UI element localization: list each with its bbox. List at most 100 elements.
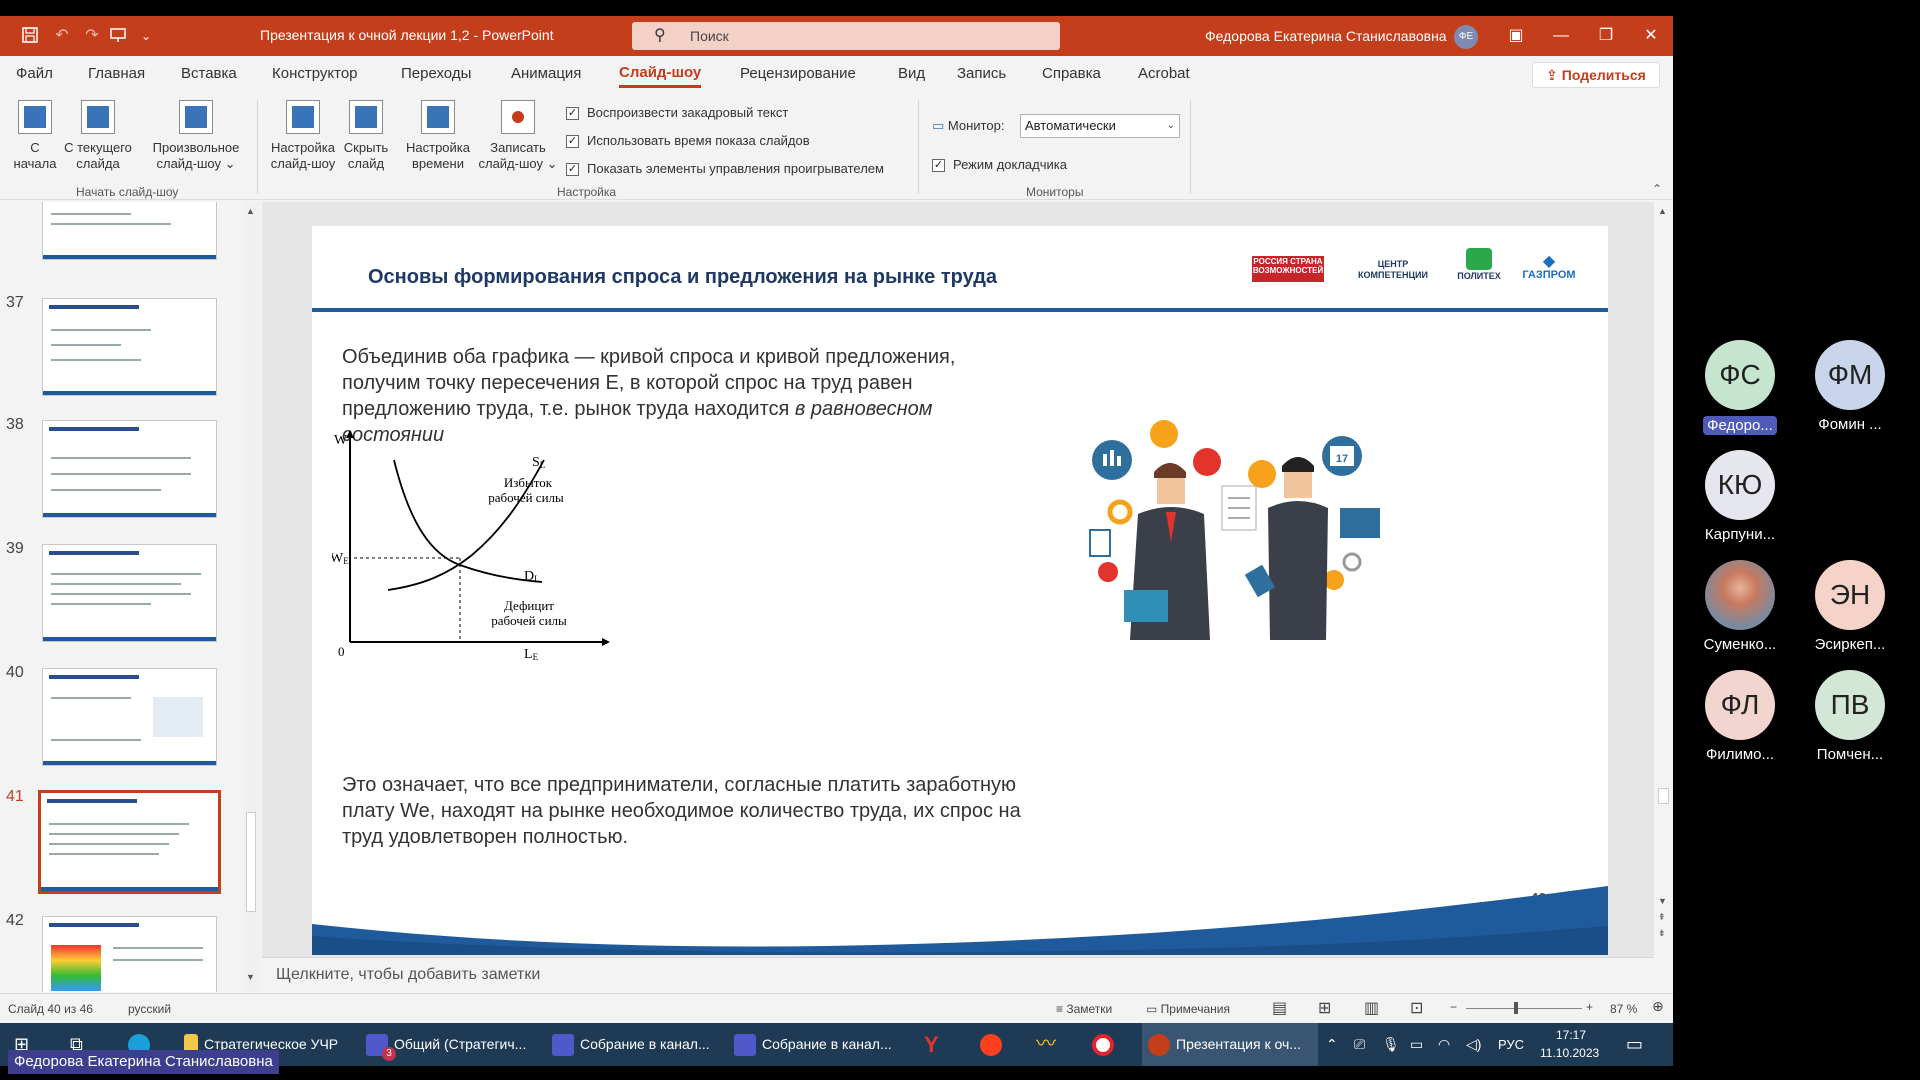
participant-tile[interactable]: ФМ Фомин ... [1795, 340, 1905, 433]
narration-checkbox[interactable]: ✓ Воспроизвести закадровый текст [566, 104, 788, 122]
slide-editor: Основы формирования спроса и предложения… [262, 202, 1654, 957]
slide-thumbnail[interactable] [42, 668, 217, 766]
meet-now-icon[interactable]: ⎚ [1354, 1023, 1365, 1066]
tab-home[interactable]: Главная [88, 56, 145, 92]
presenter-view-label: Режим докладчика [953, 157, 1067, 172]
zoom-level[interactable]: 87 % [1610, 1002, 1637, 1016]
slide-sorter-icon[interactable]: ⊞ [1318, 998, 1331, 1018]
participant-tile[interactable]: ФЛ Филимо... [1685, 670, 1795, 763]
ribbon-separator [918, 100, 919, 194]
user-name[interactable]: Федорова Екатерина Станиславовна [1205, 28, 1447, 44]
redo-icon[interactable]: ↷ [82, 26, 102, 46]
participant-photo [1705, 560, 1775, 630]
restore-button[interactable]: ❐ [1590, 22, 1622, 50]
tab-record[interactable]: Запись [957, 56, 1006, 92]
thumbnails-scrollbar[interactable]: ▲ ▼ [243, 202, 261, 992]
slide-thumbnail[interactable] [42, 298, 217, 396]
app-icon[interactable]: 〰 [1036, 1023, 1056, 1066]
tab-transitions[interactable]: Переходы [401, 56, 471, 92]
search-box[interactable]: ⚲ Поиск [632, 22, 1060, 50]
tab-acrobat[interactable]: Acrobat [1138, 56, 1190, 92]
zoom-slider[interactable] [1466, 1008, 1582, 1009]
slide-canvas[interactable]: Основы формирования спроса и предложения… [312, 226, 1608, 955]
taskbar-teams-3[interactable]: Собрание в канал... [734, 1023, 898, 1066]
collapse-ribbon-icon[interactable]: ⌃ [1652, 182, 1662, 196]
save-icon[interactable] [20, 26, 40, 46]
title-rule [312, 308, 1608, 312]
customize-qat-icon[interactable]: ⌄ [136, 26, 156, 46]
tab-file[interactable]: Файл [16, 56, 53, 92]
hide-slide-button[interactable]: Скрыть слайд [338, 100, 394, 172]
thumb-number: 37 [6, 294, 24, 311]
media-controls-checkbox[interactable]: ✓ Показать элементы управления проигрыват… [566, 160, 884, 178]
clock-date[interactable]: 11.10.2023 [1540, 1043, 1599, 1063]
share-button[interactable]: ⇪ Поделиться [1532, 62, 1660, 88]
zoom-in-icon[interactable]: + [1586, 1000, 1593, 1014]
tab-insert[interactable]: Вставка [181, 56, 237, 92]
setup-show-button[interactable]: Настройка слайд-шоу [264, 100, 342, 172]
from-current-button[interactable]: С текущего слайда [60, 100, 136, 172]
comment-icon: ▭ [1146, 1002, 1161, 1016]
tab-slideshow[interactable]: Слайд-шоу [619, 56, 702, 88]
politech-icon [1466, 248, 1492, 270]
participant-tile[interactable]: ПВ Помчен... [1795, 670, 1905, 763]
slide-thumbnail[interactable] [42, 420, 217, 518]
tab-design[interactable]: Конструктор [272, 56, 358, 92]
ribbon-display-icon[interactable]: ▣ [1500, 22, 1532, 50]
opera-icon[interactable] [1092, 1023, 1120, 1066]
taskbar-powerpoint[interactable]: Презентация к оч... [1142, 1023, 1318, 1066]
comments-toggle[interactable]: ▭ Примечания [1146, 1002, 1230, 1016]
battery-icon[interactable]: ▭ [1410, 1023, 1423, 1066]
wifi-icon[interactable]: ◠ [1438, 1023, 1450, 1066]
tab-animations[interactable]: Анимация [511, 56, 581, 92]
undo-icon[interactable]: ↶ [52, 26, 72, 46]
notes-toggle[interactable]: ≡ Заметки [1056, 1002, 1112, 1016]
language-indicator[interactable]: русский [128, 1002, 171, 1016]
timings-checkbox[interactable]: ✓ Использовать время показа слайдов [566, 132, 810, 150]
minimize-button[interactable]: — [1545, 22, 1577, 50]
slide-thumbnail[interactable] [42, 544, 217, 642]
record-show-button[interactable]: Записать слайд-шоу ⌄ [474, 100, 562, 172]
yandex-browser-icon[interactable]: Y [924, 1023, 939, 1066]
participant-tile[interactable]: Суменко... [1685, 560, 1795, 653]
custom-show-button[interactable]: Произвольное слайд-шоу ⌄ [144, 100, 248, 172]
reading-view-icon[interactable]: ▥ [1364, 998, 1379, 1018]
zoom-out-icon[interactable]: − [1450, 1000, 1457, 1014]
scroll-up-icon: ▲ [246, 206, 255, 216]
slideshow-view-icon[interactable]: ⊡ [1410, 998, 1423, 1018]
logo-gazprom: ◆ ГАЗПРОМ [1522, 253, 1576, 282]
scroll-down-icon: ▼ [246, 972, 255, 982]
presenter-view-checkbox[interactable]: ✓ Режим докладчика [932, 156, 1067, 174]
close-button[interactable]: ✕ [1635, 22, 1667, 50]
taskbar-teams-2[interactable]: Собрание в канал... [552, 1023, 716, 1066]
rehearse-timings-button[interactable]: Настройка времени [400, 100, 476, 172]
volume-icon[interactable]: ◁) [1466, 1023, 1481, 1066]
tab-view[interactable]: Вид [898, 56, 925, 92]
participant-tile[interactable]: ЭН Эсиркеп... [1795, 560, 1905, 653]
microphone-icon[interactable]: 🎙 [1382, 1023, 1400, 1066]
editor-scrollbar[interactable]: ▲ ▼ ⇞ ⇟ [1654, 202, 1673, 957]
input-language[interactable]: РУС [1498, 1023, 1524, 1066]
normal-view-icon[interactable]: ▤ [1272, 998, 1287, 1018]
from-beginning-button[interactable]: С начала [10, 100, 60, 172]
yandex-icon[interactable] [980, 1023, 1008, 1066]
notes-pane[interactable]: Щелкните, чтобы добавить заметки [262, 957, 1654, 993]
notifications-icon[interactable]: ▭ [1626, 1023, 1643, 1066]
show-hidden-icons[interactable]: ⌃ [1326, 1023, 1338, 1066]
timings-label: Использовать время показа слайдов [587, 133, 810, 148]
user-avatar[interactable]: ФЕ [1454, 25, 1478, 49]
participant-tile[interactable]: КЮ Карпуни... [1685, 450, 1795, 543]
monitor-dropdown[interactable]: Автоматически ⌄ [1020, 114, 1180, 138]
tab-help[interactable]: Справка [1042, 56, 1101, 92]
tab-review[interactable]: Рецензирование [740, 56, 856, 92]
slide-thumbnail[interactable] [42, 202, 217, 260]
thumb-number: 41 [6, 788, 24, 805]
slide-thumbnail[interactable] [42, 916, 217, 992]
labor-market-graph: W WE 0 SL DL LE Избыток рабочей силы Деф… [332, 430, 610, 662]
fit-slide-icon[interactable]: ⊕ [1652, 998, 1664, 1015]
slide-thumbnail-selected[interactable] [38, 790, 221, 894]
present-icon[interactable] [108, 26, 128, 46]
zoom-slider-handle[interactable] [1514, 1002, 1518, 1014]
clock-time[interactable]: 17:17 [1556, 1025, 1586, 1045]
participant-tile[interactable]: ФС Федоро... [1685, 340, 1795, 435]
